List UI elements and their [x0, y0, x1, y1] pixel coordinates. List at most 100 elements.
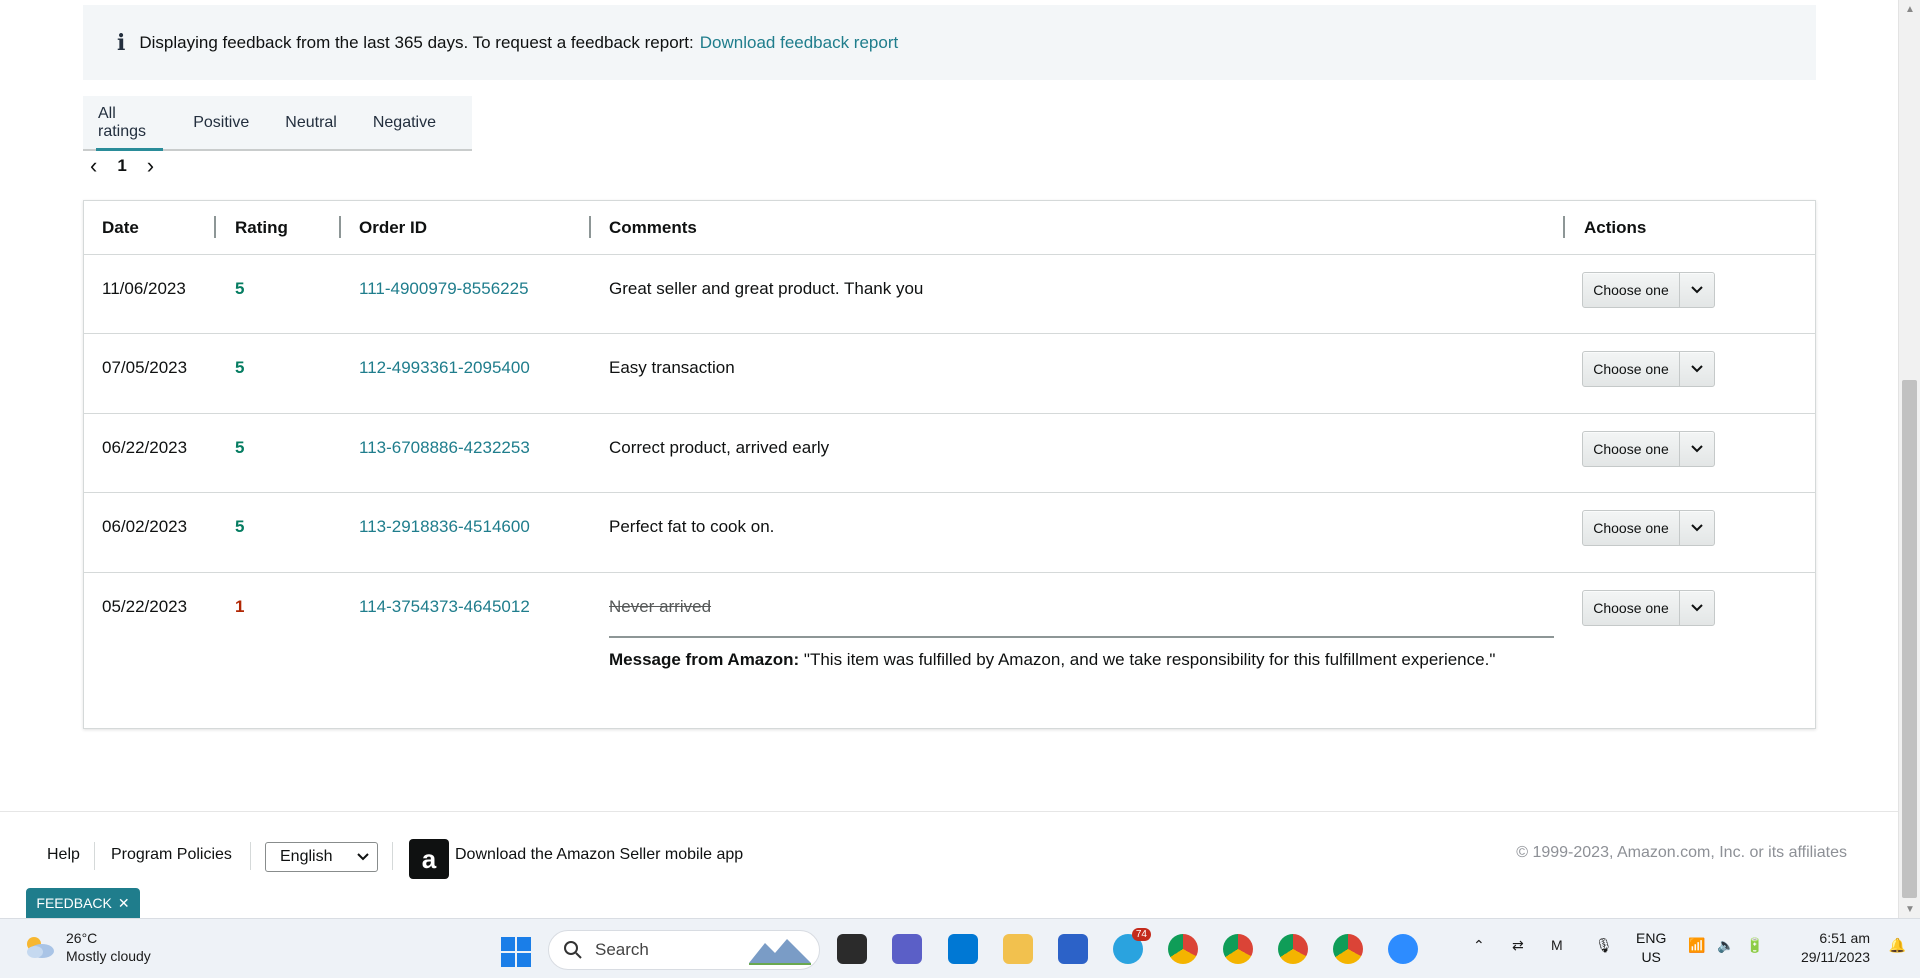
- tab-negative[interactable]: Negative: [373, 95, 436, 150]
- battery-icon[interactable]: 🔋: [1746, 937, 1763, 954]
- row-date: 06/02/2023: [102, 517, 188, 536]
- dropdown-label: Choose one: [1583, 352, 1680, 386]
- table-header: Date Rating Order ID Comments Actions: [84, 201, 1815, 255]
- chevron-left-icon[interactable]: ‹: [90, 153, 97, 179]
- feedback-table: Date Rating Order ID Comments Actions 11…: [83, 200, 1816, 729]
- pagination: ‹ 1 ›: [90, 153, 154, 179]
- language-select[interactable]: English: [265, 842, 378, 872]
- choose-one-dropdown[interactable]: Choose one: [1582, 351, 1715, 387]
- chevron-down-icon: [1680, 286, 1714, 294]
- chevron-down-icon: [1680, 445, 1714, 453]
- chrome-profile-k-icon[interactable]: [1223, 934, 1253, 964]
- row-order-id-link[interactable]: 113-2918836-4514600: [359, 517, 530, 537]
- tab-positive[interactable]: Positive: [193, 95, 249, 150]
- help-link[interactable]: Help: [47, 846, 80, 864]
- microsoft-store-icon[interactable]: [948, 934, 978, 964]
- row-order-id-link[interactable]: 112-4993361-2095400: [359, 358, 530, 378]
- table-row: 07/05/2023 5 112-4993361-2095400 Easy tr…: [84, 334, 1815, 414]
- header-rating[interactable]: Rating: [235, 218, 288, 238]
- windows-start-icon[interactable]: [501, 937, 531, 967]
- weather-widget[interactable]: 26°C Mostly cloudy: [22, 929, 151, 965]
- info-icon: i: [117, 29, 126, 56]
- choose-one-dropdown[interactable]: Choose one: [1582, 272, 1715, 308]
- row-comment: Correct product, arrived early: [609, 438, 830, 457]
- file-explorer-icon[interactable]: [1003, 934, 1033, 964]
- header-date[interactable]: Date: [102, 218, 139, 238]
- row-order-id-link[interactable]: 114-3754373-4645012: [359, 597, 530, 617]
- row-date: 06/22/2023: [102, 438, 188, 457]
- chrome-profile-k2-icon[interactable]: [1333, 934, 1363, 964]
- scroll-down-icon[interactable]: ▼: [1899, 900, 1920, 918]
- seller-app-link[interactable]: Download the Amazon Seller mobile app: [455, 846, 743, 864]
- volume-icon[interactable]: 🔈: [1717, 937, 1734, 954]
- row-date: 05/22/2023: [102, 597, 188, 616]
- wifi-icon[interactable]: 📶: [1688, 937, 1705, 954]
- row-order-id-link[interactable]: 113-6708886-4232253: [359, 438, 530, 458]
- chevron-down-icon: [357, 853, 369, 861]
- rating-tabs: All ratings Positive Neutral Negative: [83, 96, 472, 151]
- page-scrollbar[interactable]: ▲ ▼: [1898, 0, 1920, 918]
- windows-taskbar: 26°C Mostly cloudy Search 74 ⌃ ⇄ M 🎙 ENG…: [0, 918, 1920, 978]
- clock-time: 6:51 am: [1819, 930, 1870, 946]
- footer-divider: [94, 842, 95, 870]
- chevron-down-icon: [1680, 524, 1714, 532]
- row-comment: Perfect fat to cook on.: [609, 517, 775, 536]
- message-divider: [609, 636, 1554, 638]
- footer-divider: [392, 842, 393, 870]
- notification-bell-icon[interactable]: 🔔: [1889, 937, 1906, 954]
- amazon-app-icon[interactable]: a: [409, 839, 449, 879]
- table-row: 06/02/2023 5 113-2918836-4514600 Perfect…: [84, 493, 1815, 573]
- chevron-up-icon[interactable]: ⌃: [1473, 937, 1485, 954]
- row-rating: 5: [235, 279, 245, 298]
- microphone-icon[interactable]: 🎙: [1595, 937, 1613, 954]
- header-comments: Comments: [609, 218, 697, 237]
- close-icon[interactable]: ✕: [118, 895, 130, 912]
- app-tray-icon[interactable]: M: [1551, 937, 1563, 953]
- tab-neutral[interactable]: Neutral: [285, 95, 337, 150]
- table-row: 05/22/2023 1 114-3754373-4645012 Never a…: [84, 573, 1815, 729]
- header-actions: Actions: [1584, 218, 1647, 237]
- column-divider: [589, 216, 591, 238]
- amazon-message-label: Message from Amazon:: [609, 650, 800, 669]
- teams-icon[interactable]: [892, 934, 922, 964]
- scroll-up-icon[interactable]: ▲: [1899, 0, 1920, 18]
- system-clock[interactable]: 6:51 am 29/11/2023: [1801, 929, 1870, 967]
- row-rating: 1: [235, 597, 245, 616]
- input-language[interactable]: ENG US: [1636, 929, 1666, 967]
- telegram-icon[interactable]: 74: [1113, 928, 1151, 964]
- zoom-icon[interactable]: [1388, 934, 1418, 964]
- tab-all-ratings[interactable]: All ratings: [95, 95, 164, 151]
- row-rating: 5: [235, 517, 245, 536]
- header-order-id[interactable]: Order ID: [359, 218, 427, 238]
- row-order-id-link[interactable]: 111-4900979-8556225: [359, 279, 529, 299]
- dropdown-label: Choose one: [1583, 432, 1680, 466]
- banner-text: Displaying feedback from the last 365 da…: [139, 32, 694, 52]
- feedback-page: i Displaying feedback from the last 365 …: [0, 0, 1898, 918]
- footer-divider: [250, 842, 251, 870]
- dropdown-label: Choose one: [1583, 273, 1680, 307]
- download-feedback-report-link[interactable]: Download feedback report: [700, 33, 898, 53]
- choose-one-dropdown[interactable]: Choose one: [1582, 590, 1715, 626]
- telegram-badge: 74: [1131, 928, 1151, 941]
- feedback-button[interactable]: FEEDBACK ✕: [26, 888, 140, 918]
- table-row: 06/22/2023 5 113-6708886-4232253 Correct…: [84, 414, 1815, 493]
- taskbar-search[interactable]: Search: [548, 930, 820, 970]
- app-m-icon[interactable]: [1058, 934, 1088, 964]
- chrome-profile-i-icon[interactable]: [1278, 934, 1308, 964]
- scrollbar-thumb[interactable]: [1902, 380, 1917, 898]
- chevron-right-icon[interactable]: ›: [147, 153, 154, 179]
- column-divider: [1563, 216, 1565, 238]
- choose-one-dropdown[interactable]: Choose one: [1582, 431, 1715, 467]
- copyright-text: © 1999-2023, Amazon.com, Inc. or its aff…: [1516, 844, 1847, 861]
- chrome-profile-1-icon[interactable]: [1168, 934, 1198, 964]
- choose-one-dropdown[interactable]: Choose one: [1582, 510, 1715, 546]
- page-number[interactable]: 1: [117, 156, 126, 176]
- row-comment: Easy transaction: [609, 358, 735, 377]
- program-policies-link[interactable]: Program Policies: [111, 846, 232, 864]
- sliders-icon[interactable]: ⇄: [1512, 937, 1524, 954]
- weather-desc: Mostly cloudy: [66, 948, 151, 964]
- amazon-message-text: "This item was fulfilled by Amazon, and …: [803, 650, 1496, 669]
- row-date: 11/06/2023: [102, 279, 186, 298]
- task-view-icon[interactable]: [837, 934, 867, 964]
- row-comment-struck: Never arrived: [609, 597, 712, 616]
